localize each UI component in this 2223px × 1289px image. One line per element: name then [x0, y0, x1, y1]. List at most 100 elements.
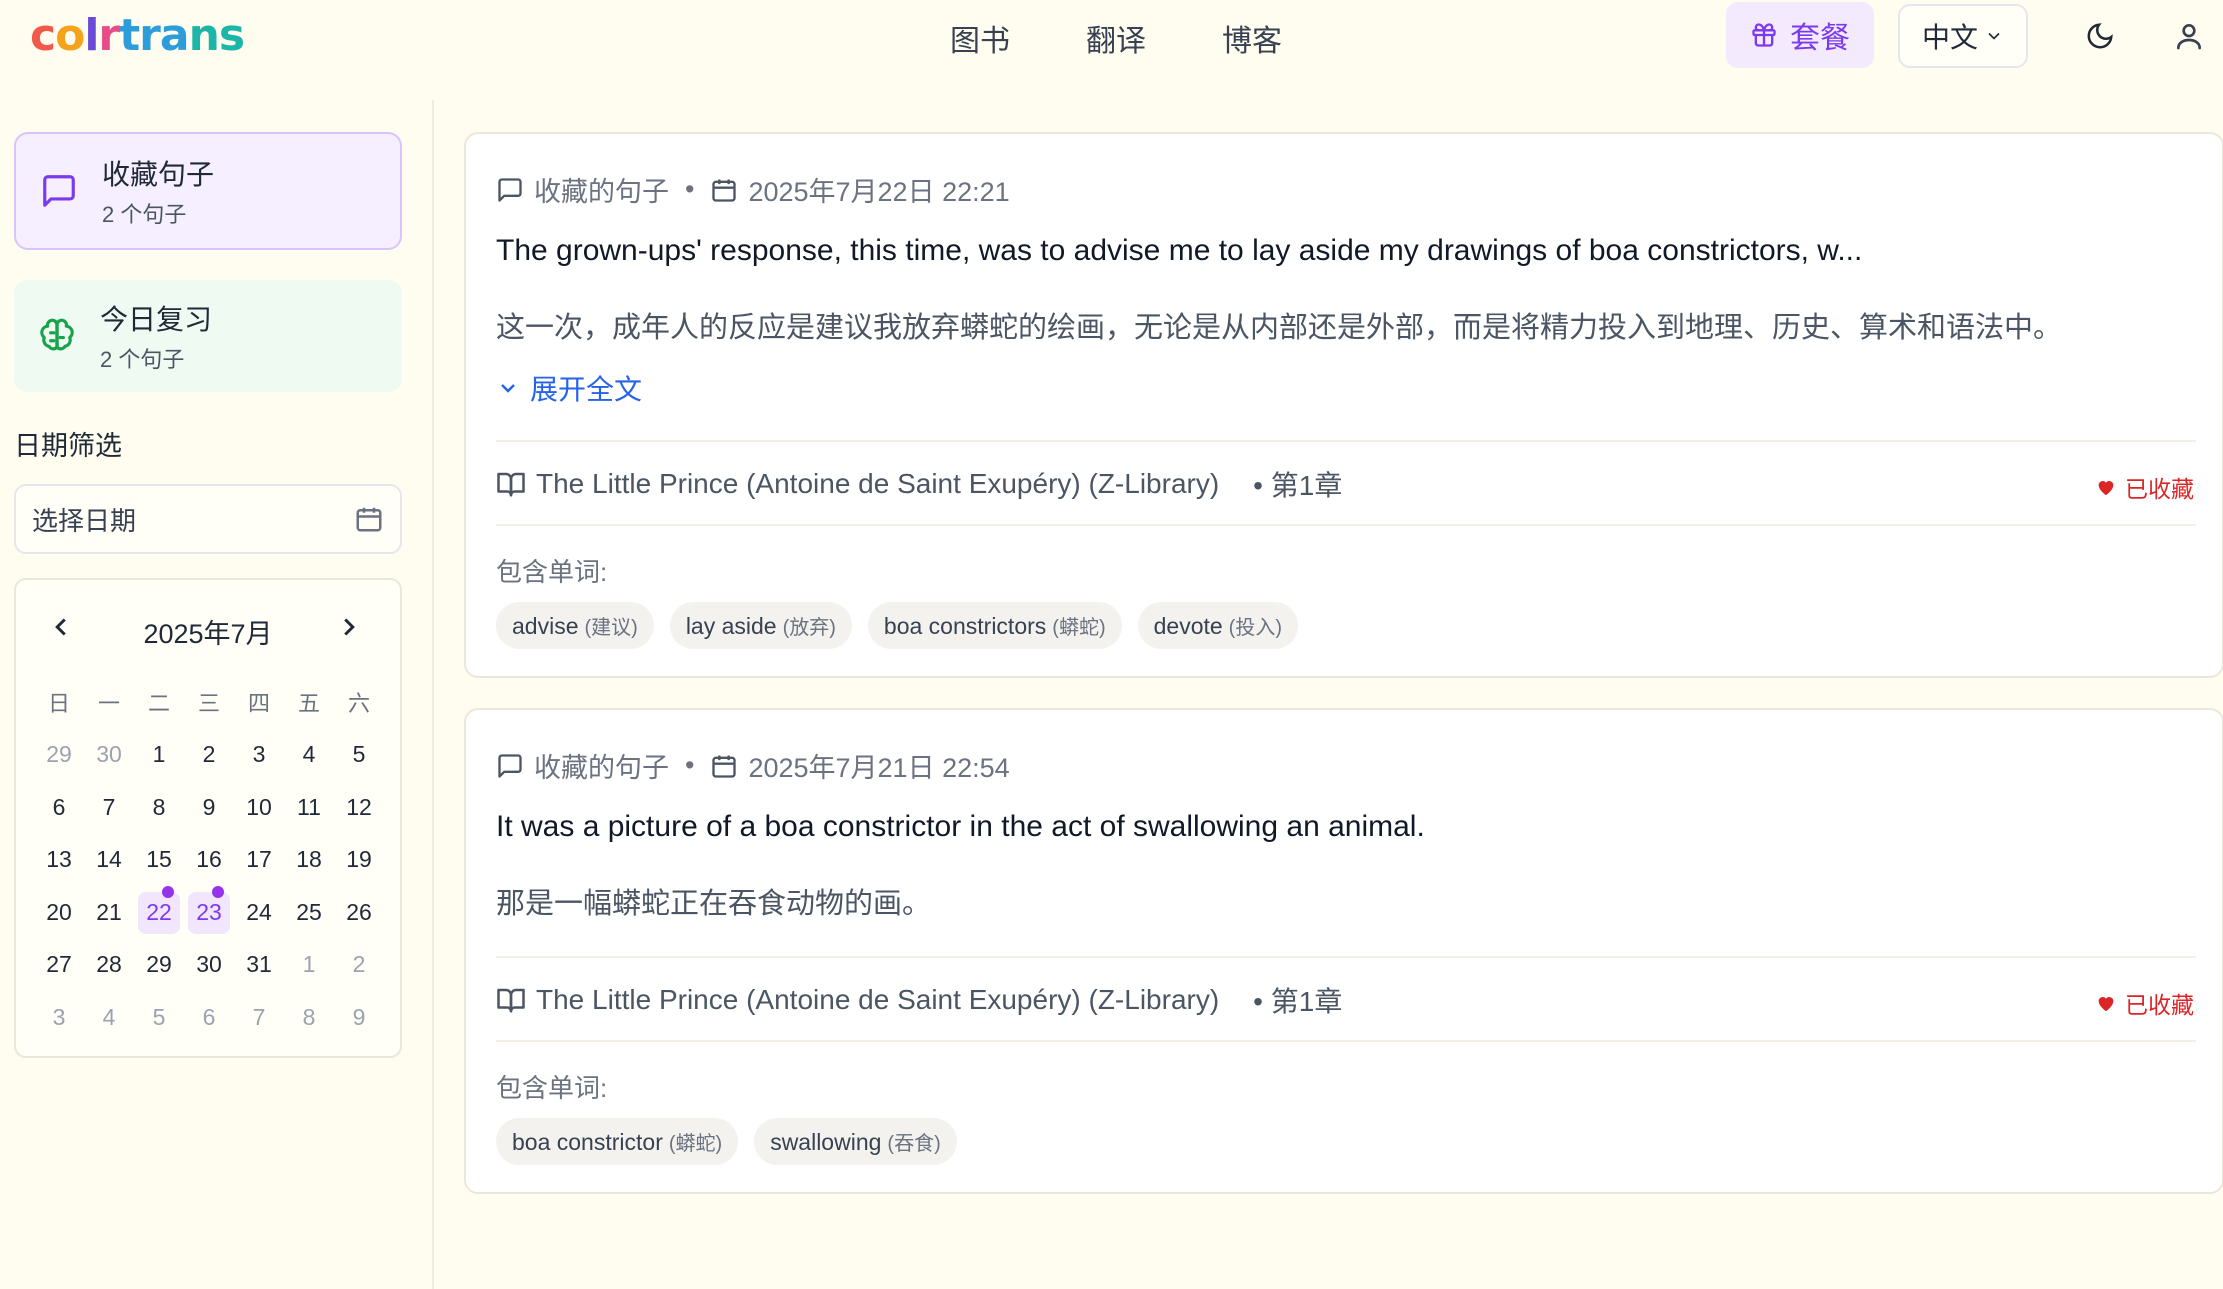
word: boa constrictors	[883, 613, 1047, 639]
calendar-day[interactable]: 25	[284, 886, 334, 939]
calendar-day[interactable]: 19	[334, 834, 384, 887]
calendar-day[interactable]: 18	[284, 834, 334, 887]
language-select[interactable]: 中文	[1898, 4, 2028, 68]
calendar-day-with-entries[interactable]: 22	[134, 886, 184, 939]
calendar-day[interactable]: 15	[134, 834, 184, 887]
chapter-label: • 第1章	[1253, 470, 1343, 501]
sentence-type: 收藏的句子	[534, 753, 669, 783]
sentence-chinese: 这一次，成年人的反应是建议我放弃蟒蛇的绘画，无论是从内部还是外部，而是将精力投入…	[496, 312, 2063, 344]
expand-button[interactable]: 展开全文	[496, 368, 642, 408]
review-nav-card[interactable]: 今日复习 2 个句子	[14, 280, 402, 392]
calendar-day[interactable]: 1	[134, 729, 184, 782]
calendar-day[interactable]: 16	[184, 834, 234, 887]
calendar-day[interactable]: 4	[84, 991, 134, 1044]
calendar: 2025年7月 日一二三四五六 29 30 1 2 3 4 5 6 7 8 9 10 11 12 13 14 15…	[14, 578, 402, 1058]
calendar-day[interactable]: 13	[34, 834, 84, 887]
calendar-day[interactable]: 6	[34, 781, 84, 834]
date-picker-input[interactable]: 选择日期	[14, 484, 402, 554]
calendar-day[interactable]: 17	[234, 834, 284, 887]
book-source[interactable]: The Little Prince (Antoine de Saint Exup…	[496, 980, 1342, 1020]
calendar-day[interactable]: 3	[234, 729, 284, 782]
calendar-day[interactable]: 7	[84, 781, 134, 834]
calendar-day[interactable]: 9	[184, 781, 234, 834]
logo[interactable]: colrtrans	[30, 10, 245, 61]
word-translation: (建议)	[584, 617, 638, 639]
plan-button[interactable]: 套餐	[1726, 2, 1874, 68]
calendar-day[interactable]: 30	[184, 939, 234, 992]
divider	[496, 524, 2196, 526]
favorites-nav-card[interactable]: 收藏句子 2 个句子	[14, 132, 402, 250]
favorites-title: 收藏句子	[102, 159, 215, 190]
favorited-badge[interactable]: 已收藏	[2095, 470, 2194, 504]
calendar-day[interactable]: 10	[234, 781, 284, 834]
sentence-card: 收藏的句子 • 2025年7月21日 22:54 It was a pictur…	[464, 708, 2223, 1194]
word-tag[interactable]: boa constrictor (蟒蛇)	[496, 1118, 739, 1165]
calendar-day[interactable]: 3	[34, 991, 84, 1044]
weekday-label: 日	[47, 691, 70, 717]
day-number: 22	[146, 898, 172, 925]
message-square-icon	[498, 753, 522, 778]
moon-icon	[2087, 23, 2113, 49]
calendar-day[interactable]: 14	[84, 834, 134, 887]
calendar-day-with-entries[interactable]: 23	[184, 886, 234, 939]
calendar-day[interactable]: 12	[334, 781, 384, 834]
calendar-day[interactable]: 5	[334, 729, 384, 782]
word-tag[interactable]: swallowing (吞食)	[754, 1118, 957, 1165]
calendar-day[interactable]: 28	[84, 939, 134, 992]
calendar-day[interactable]: 2	[334, 939, 384, 992]
divider	[496, 1040, 2196, 1042]
calendar-day[interactable]: 20	[34, 886, 84, 939]
calendar-icon	[712, 179, 737, 202]
calendar-day[interactable]: 24	[234, 886, 284, 939]
word: devote	[1153, 613, 1223, 639]
day-number: 23	[196, 898, 222, 925]
calendar-icon	[712, 755, 737, 778]
heart-icon	[2098, 997, 2114, 1012]
calendar-day[interactable]: 1	[284, 939, 334, 992]
calendar-day[interactable]: 5	[134, 991, 184, 1044]
calendar-icon	[356, 507, 382, 532]
word-tag[interactable]: lay aside (放弃)	[669, 602, 852, 649]
theme-toggle-button[interactable]	[2078, 14, 2122, 58]
calendar-day[interactable]: 26	[334, 886, 384, 939]
favorited-badge[interactable]: 已收藏	[2095, 986, 2194, 1020]
chevron-left-icon	[55, 618, 66, 636]
nav-blog[interactable]: 博客	[1222, 16, 1282, 60]
word-translation: (投入)	[1228, 617, 1282, 639]
calendar-day[interactable]: 4	[284, 729, 334, 782]
user-account-button[interactable]	[2167, 14, 2211, 58]
chevron-down-icon	[501, 384, 515, 393]
calendar-day[interactable]: 7	[234, 991, 284, 1044]
word-tag[interactable]: devote (投入)	[1137, 602, 1298, 649]
words-label: 包含单词:	[496, 557, 608, 587]
next-month-button[interactable]	[334, 612, 370, 648]
calendar-day[interactable]: 31	[234, 939, 284, 992]
calendar-day[interactable]: 29	[34, 729, 84, 782]
nav-translate[interactable]: 翻译	[1086, 16, 1146, 60]
calendar-day[interactable]: 6	[184, 991, 234, 1044]
calendar-day[interactable]: 30	[84, 729, 134, 782]
nav-books[interactable]: 图书	[950, 16, 1010, 60]
sentence-type: 收藏的句子	[534, 177, 669, 207]
calendar-day[interactable]: 29	[134, 939, 184, 992]
calendar-day[interactable]: 11	[284, 781, 334, 834]
weekday-label: 一	[97, 691, 120, 717]
calendar-day[interactable]: 27	[34, 939, 84, 992]
word-tag[interactable]: advise (建议)	[496, 602, 654, 649]
word-translation: (放弃)	[782, 617, 836, 639]
calendar-day[interactable]: 9	[334, 991, 384, 1044]
calendar-day[interactable]: 21	[84, 886, 134, 939]
sentence-date: 2025年7月21日 22:54	[748, 753, 1010, 783]
prev-month-button[interactable]	[46, 612, 82, 648]
separator-dot: •	[685, 174, 695, 204]
main-nav: 图书 翻译 博客	[950, 16, 1282, 60]
heart-icon	[2098, 481, 2114, 496]
sentence-card: 收藏的句子 • 2025年7月22日 22:21 The grown-ups' …	[464, 132, 2223, 678]
calendar-day[interactable]: 8	[284, 991, 334, 1044]
book-open-icon	[497, 988, 525, 1013]
calendar-day[interactable]: 2	[184, 729, 234, 782]
word-tag[interactable]: boa constrictors (蟒蛇)	[867, 602, 1122, 649]
weekday-label: 二	[147, 691, 170, 717]
calendar-day[interactable]: 8	[134, 781, 184, 834]
book-source[interactable]: The Little Prince (Antoine de Saint Exup…	[496, 464, 1342, 504]
